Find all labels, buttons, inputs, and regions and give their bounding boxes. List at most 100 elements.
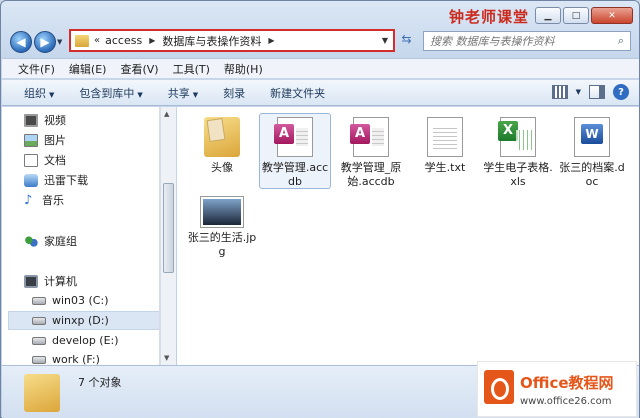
file-item-txt[interactable]: 学生.txt: [409, 113, 481, 175]
logo-brand-text: Office教程网: [520, 374, 614, 392]
nav-item-label: win03 (C:): [52, 294, 109, 307]
nav-item-thunder-downloads[interactable]: 迅雷下载: [24, 172, 88, 188]
file-item-access-db-original[interactable]: 教学管理_原始.accdb: [335, 113, 407, 189]
scroll-down-icon[interactable]: ▼: [164, 354, 169, 362]
view-controls: ▼ ?: [551, 84, 629, 100]
drive-icon: [32, 336, 46, 345]
file-item-jpg[interactable]: 张三的生活.jpg: [186, 189, 258, 259]
chevron-down-icon: ▼: [49, 90, 55, 99]
explorer-window: 钟老师课堂 ▁ □ ✕ ◀ ▶ ▼ « access ▶ 数据库与表操作资料 ▶…: [0, 0, 640, 418]
file-item-excel[interactable]: 学生电子表格.xls: [482, 113, 554, 189]
share-label: 共享: [167, 86, 190, 100]
search-input[interactable]: [430, 34, 600, 48]
address-bar[interactable]: « access ▶ 数据库与表操作资料 ▶ ▼: [69, 29, 395, 52]
menu-tools[interactable]: 工具(T): [173, 61, 210, 77]
share-button[interactable]: 共享 ▼: [168, 85, 198, 101]
watermark-text: 钟老师课堂: [449, 8, 530, 26]
burn-button[interactable]: 刻录: [223, 85, 245, 101]
file-name: 学生.txt: [424, 161, 466, 174]
video-icon: [24, 113, 38, 127]
thunder-icon: [24, 173, 38, 187]
include-in-library-button[interactable]: 包含到库中 ▼: [79, 85, 142, 101]
file-item-word[interactable]: 张三的档案.doc: [556, 113, 628, 189]
help-icon[interactable]: ?: [613, 84, 629, 100]
file-list: 头像 教学管理.accdb 教学管理_原始.accdb 学生.txt 学生电子表…: [177, 107, 639, 365]
item-count: 7 个对象: [78, 376, 122, 389]
music-icon: ♪: [24, 192, 33, 208]
nav-item-label: work (F:): [52, 353, 100, 365]
text-file-icon: [427, 117, 463, 157]
nav-item-label: 视频: [44, 114, 66, 127]
computer-icon: [24, 274, 38, 288]
file-item-access-db[interactable]: 教学管理.accdb: [259, 113, 331, 189]
window-controls: ▁ □ ✕: [535, 7, 633, 24]
file-name: 张三的档案.doc: [559, 161, 625, 188]
menu-file[interactable]: 文件(F): [18, 61, 55, 77]
file-name: 学生电子表格.xls: [483, 161, 553, 188]
navigation-pane: 视频 图片 文档 迅雷下载 ♪ 音乐 家庭组 计算机 win03 (C:) win…: [2, 107, 160, 365]
breadcrumb-separator-icon[interactable]: ▶: [149, 36, 155, 45]
nav-item-label: 家庭组: [44, 235, 77, 248]
watermark-logo: Office教程网 www.office26.com: [477, 361, 637, 417]
back-button[interactable]: ◀: [10, 31, 32, 53]
logo-site-text: www.office26.com: [520, 396, 612, 407]
drive-icon: [32, 296, 46, 305]
view-options-dropdown-icon[interactable]: ▼: [576, 88, 581, 96]
file-item-folder[interactable]: 头像: [186, 113, 258, 175]
search-box[interactable]: ⌕: [423, 31, 631, 51]
nav-item-label: 计算机: [44, 275, 77, 288]
search-icon[interactable]: ⌕: [618, 34, 624, 48]
access-database-icon: [274, 117, 313, 157]
command-bar: 组织 ▼ 包含到库中 ▼ 共享 ▼ 刻录 新建文件夹 ▼ ?: [2, 79, 639, 106]
word-file-icon: [574, 117, 610, 157]
preview-pane-icon[interactable]: [589, 85, 605, 99]
change-view-icon[interactable]: [551, 85, 568, 99]
nav-item-label: 文档: [44, 154, 66, 167]
nav-item-music[interactable]: ♪ 音乐: [24, 192, 64, 208]
document-icon: [24, 153, 38, 167]
minimize-button[interactable]: ▁: [535, 7, 561, 24]
file-name: 教学管理_原始.accdb: [340, 161, 402, 188]
nav-item-label: 图片: [44, 134, 66, 147]
address-overflow-chevron[interactable]: «: [94, 35, 100, 46]
folder-icon: [75, 34, 89, 47]
image-file-icon: [201, 197, 243, 227]
new-folder-button[interactable]: 新建文件夹: [270, 85, 325, 101]
chevron-down-icon: ▼: [192, 90, 199, 99]
menu-edit[interactable]: 编辑(E): [69, 61, 107, 77]
file-name: 头像: [211, 161, 233, 174]
nav-item-label: 音乐: [42, 194, 64, 207]
nav-pane-scrollbar[interactable]: ▲ ▼: [160, 107, 176, 365]
nav-item-drive-e[interactable]: develop (E:): [32, 334, 119, 347]
nav-item-label: develop (E:): [52, 334, 119, 347]
menu-view[interactable]: 查看(V): [120, 61, 158, 77]
nav-item-drive-c[interactable]: win03 (C:): [32, 294, 109, 307]
nav-item-pictures[interactable]: 图片: [24, 132, 66, 148]
breadcrumb-current-folder[interactable]: 数据库与表操作资料: [162, 33, 261, 49]
refresh-icon[interactable]: ⇆: [398, 32, 415, 50]
file-name: 张三的生活.jpg: [187, 231, 257, 258]
nav-item-computer[interactable]: 计算机: [24, 273, 77, 289]
scrollbar-thumb[interactable]: [163, 183, 174, 273]
close-button[interactable]: ✕: [591, 7, 633, 24]
forward-button[interactable]: ▶: [34, 31, 56, 53]
menu-bar: 文件(F) 编辑(E) 查看(V) 工具(T) 帮助(H): [2, 58, 639, 78]
breadcrumb-separator-icon[interactable]: ▶: [268, 36, 274, 45]
maximize-button[interactable]: □: [563, 7, 589, 24]
picture-icon: [24, 133, 38, 147]
chevron-down-icon: ▼: [137, 90, 143, 99]
folder-icon: [24, 374, 60, 412]
scroll-up-icon[interactable]: ▲: [164, 110, 169, 118]
nav-item-documents[interactable]: 文档: [24, 152, 66, 168]
menu-help[interactable]: 帮助(H): [224, 61, 263, 77]
include-library-label: 包含到库中: [79, 86, 135, 100]
address-dropdown-icon[interactable]: ▼: [382, 36, 388, 45]
recent-pages-dropdown[interactable]: ▼: [57, 38, 62, 46]
nav-item-drive-d[interactable]: winxp (D:): [8, 311, 159, 330]
nav-item-drive-f[interactable]: work (F:): [32, 353, 100, 365]
breadcrumb-access[interactable]: access: [105, 34, 142, 47]
nav-item-homegroup[interactable]: 家庭组: [24, 233, 77, 249]
nav-item-videos[interactable]: 视频: [24, 112, 66, 128]
homegroup-icon: [24, 234, 38, 248]
organize-button[interactable]: 组织 ▼: [24, 85, 54, 101]
